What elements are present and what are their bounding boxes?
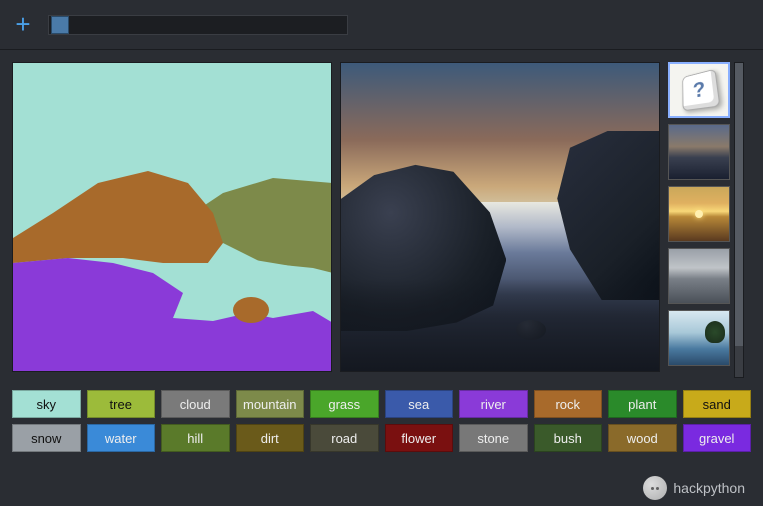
- style-thumb-random[interactable]: ?: [668, 62, 730, 118]
- wechat-icon: [643, 476, 667, 500]
- brush-size-slider[interactable]: [48, 15, 348, 35]
- scrollbar-thumb[interactable]: [735, 63, 743, 346]
- style-thumb-sunset[interactable]: [668, 186, 730, 242]
- palette-row-1: skytreecloudmountaingrassseariverrockpla…: [12, 390, 751, 418]
- style-thumb-storm[interactable]: [668, 248, 730, 304]
- palette-snow[interactable]: snow: [12, 424, 81, 452]
- palette-tree[interactable]: tree: [87, 390, 156, 418]
- segmentation-canvas[interactable]: [12, 62, 332, 372]
- palette-sea[interactable]: sea: [385, 390, 454, 418]
- workspace: ?: [0, 50, 763, 390]
- style-panel: ?: [668, 62, 751, 378]
- style-thumb-lake[interactable]: [668, 310, 730, 366]
- palette-bush[interactable]: bush: [534, 424, 603, 452]
- style-thumbnails: ?: [668, 62, 730, 378]
- watermark: hackpython: [643, 476, 745, 500]
- toolbar: +: [0, 0, 763, 50]
- palette-road[interactable]: road: [310, 424, 379, 452]
- output-canvas: [340, 62, 660, 372]
- palette-row-2: snowwaterhilldirtroadflowerstonebushwood…: [12, 424, 751, 452]
- palette-dirt[interactable]: dirt: [236, 424, 305, 452]
- palette-cloud[interactable]: cloud: [161, 390, 230, 418]
- palette-river[interactable]: river: [459, 390, 528, 418]
- watermark-text: hackpython: [673, 480, 745, 496]
- add-button[interactable]: +: [8, 10, 38, 40]
- palette-gravel[interactable]: gravel: [683, 424, 752, 452]
- dice-icon: ?: [682, 69, 720, 112]
- palette-wood[interactable]: wood: [608, 424, 677, 452]
- palette-rock[interactable]: rock: [534, 390, 603, 418]
- slider-thumb[interactable]: [51, 16, 69, 34]
- segmentation-svg: [13, 63, 332, 372]
- palette-hill[interactable]: hill: [161, 424, 230, 452]
- palette-flower[interactable]: flower: [385, 424, 454, 452]
- palette-stone[interactable]: stone: [459, 424, 528, 452]
- palette-plant[interactable]: plant: [608, 390, 677, 418]
- palette-grass[interactable]: grass: [310, 390, 379, 418]
- material-palette: skytreecloudmountaingrassseariverrockpla…: [0, 390, 763, 468]
- palette-water[interactable]: water: [87, 424, 156, 452]
- style-thumb-dusk[interactable]: [668, 124, 730, 180]
- palette-sky[interactable]: sky: [12, 390, 81, 418]
- style-scrollbar[interactable]: [734, 62, 744, 378]
- palette-mountain[interactable]: mountain: [236, 390, 305, 418]
- palette-sand[interactable]: sand: [683, 390, 752, 418]
